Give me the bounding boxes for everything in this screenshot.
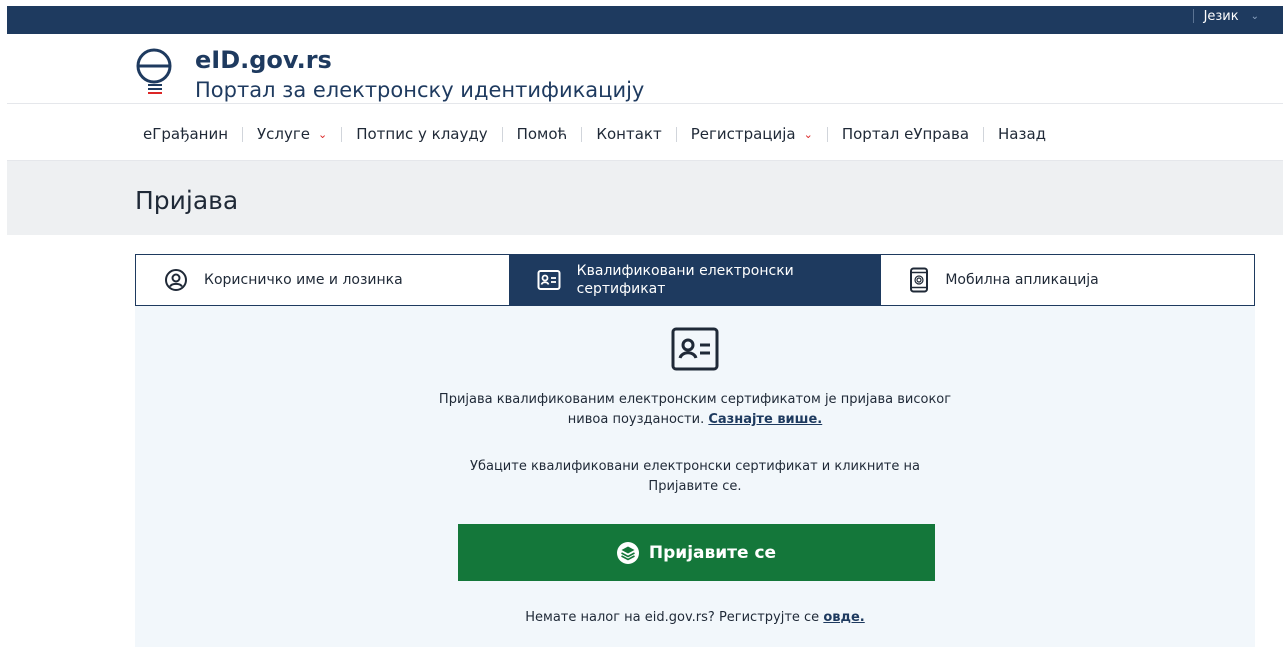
tab-qualified-certificate[interactable]: Квалификовани електронски сертификат (508, 255, 882, 305)
eid-logo-icon (136, 48, 172, 94)
chevron-down-icon: ⌄ (318, 127, 328, 141)
nav-item-nazad[interactable]: Назад (998, 125, 1046, 143)
tab-label: Мобилна апликација (945, 272, 1099, 288)
nav-item-label: еГрађанин (143, 125, 229, 143)
nav-item-label: Назад (998, 125, 1047, 143)
id-card-icon (671, 327, 719, 371)
register-prompt-text: Немате налог на eid.gov.rs? Региструјте … (525, 610, 820, 625)
certificate-info-text: Пријава квалификованим електронским серт… (435, 390, 955, 430)
page-title-band: Пријава (7, 161, 1283, 235)
info-text: Пријава квалификованим електронским серт… (438, 392, 952, 427)
tab-label: Квалификовани електронски сертификат (576, 263, 794, 297)
nav-item-potpis-u-klaudu[interactable]: Потпис у клауду (356, 125, 487, 143)
chevron-down-icon: ⌄ (803, 127, 813, 141)
nav-item-kontakt[interactable]: Контакт (596, 125, 661, 143)
nav-item-registracija[interactable]: Регистрација ⌄ (691, 125, 813, 143)
nav-item-label: Услуге (257, 125, 310, 143)
register-prompt: Немате налог на eid.gov.rs? Региструјте … (435, 610, 955, 625)
nav-divider (341, 126, 343, 142)
id-card-icon (537, 270, 561, 290)
tab-mobile-app[interactable]: Мобилна апликација (881, 255, 1254, 305)
nav-item-label: Потпис у клауду (356, 125, 488, 143)
login-method-tabs: Корисничко име и лозинка Квалификовани е… (135, 254, 1255, 306)
page-title: Пријава (135, 186, 239, 215)
learn-more-link[interactable]: Сазнајте више. (708, 412, 822, 427)
nav-divider (983, 126, 985, 142)
login-button-label: Пријавите се (648, 542, 777, 563)
nav-item-label: Регистрација (690, 125, 796, 143)
login-panel: Пријава квалификованим електронским серт… (135, 306, 1255, 647)
nav-divider (675, 126, 677, 142)
tab-username-password[interactable]: Корисничко име и лозинка (136, 255, 509, 305)
nav-item-portal-euprava[interactable]: Портал еУправа (842, 125, 969, 143)
nav-item-label: Помоћ (516, 125, 568, 143)
nav-divider (826, 126, 828, 142)
instruction-text: Убаците квалификовани електронски сертиф… (470, 459, 920, 494)
tab-label: Корисничко име и лозинка (204, 272, 403, 288)
language-selector[interactable]: Језик ⌄ (1192, 6, 1259, 26)
register-link[interactable]: овде. (823, 610, 864, 625)
layers-icon (616, 541, 639, 564)
main-nav: еГрађанин Услуге ⌄ Потпис у клауду Помоћ … (143, 122, 1046, 146)
top-bar: Језик ⌄ (7, 6, 1283, 34)
nav-item-label: Портал еУправа (841, 125, 970, 143)
nav-divider (501, 126, 503, 142)
brand-title[interactable]: eID.gov.rs (195, 46, 332, 74)
brand-subtitle: Портал за електронску идентификацију (195, 78, 645, 102)
nav-item-pomoc[interactable]: Помоћ (517, 125, 568, 143)
nav-item-egradjanin[interactable]: еГрађанин (143, 125, 228, 143)
login-button[interactable]: Пријавите се (458, 524, 935, 581)
chevron-down-icon: ⌄ (1250, 10, 1259, 22)
nav-divider (581, 126, 583, 142)
nav-divider (242, 126, 244, 142)
mobile-fingerprint-icon (910, 267, 929, 293)
divider (1192, 9, 1194, 23)
nav-item-label: Контакт (596, 125, 662, 143)
divider (7, 103, 1283, 104)
language-label[interactable]: Језик (1204, 9, 1239, 24)
user-circle-icon (165, 269, 187, 291)
nav-item-usluge[interactable]: Услуге ⌄ (257, 125, 327, 143)
